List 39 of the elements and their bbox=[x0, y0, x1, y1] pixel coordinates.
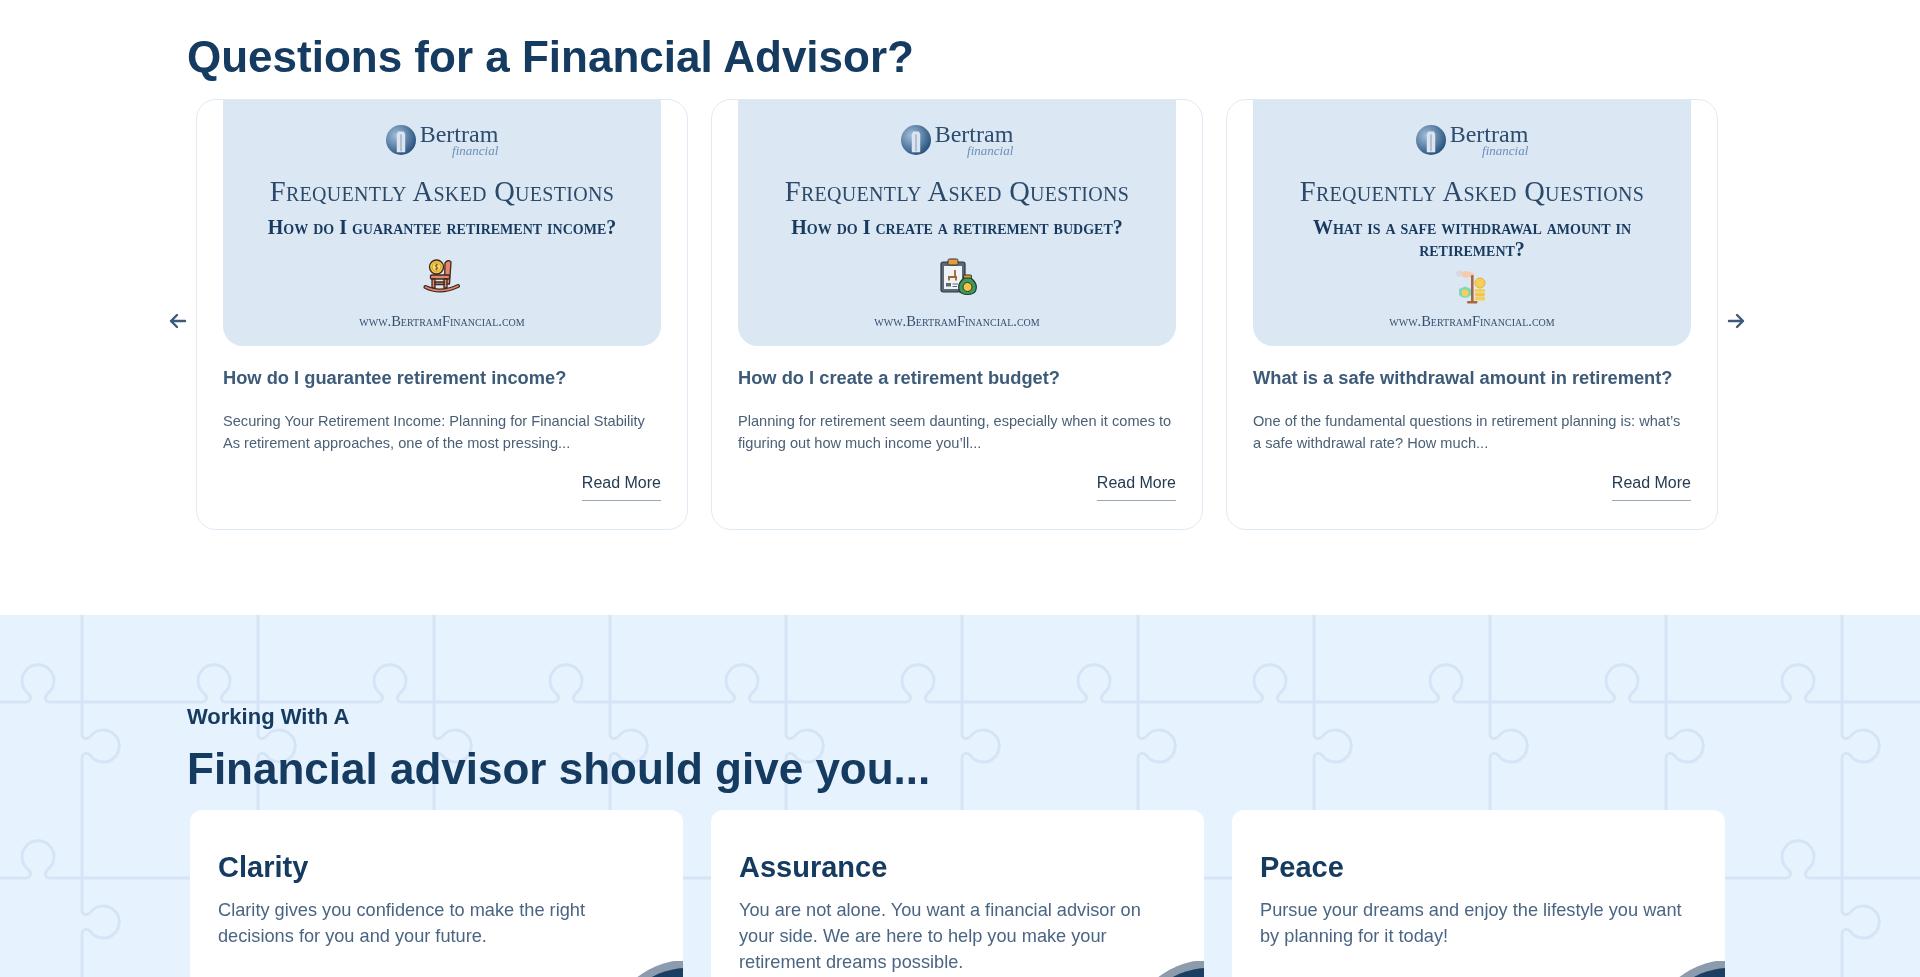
article-title-link[interactable]: How do I guarantee retirement income? bbox=[223, 367, 567, 389]
logo-tagline: financial bbox=[1482, 145, 1529, 157]
website-address: www.BertramFinancial.com bbox=[359, 313, 525, 329]
logo-wordmark: Bertram bbox=[419, 123, 499, 145]
banner-question: How do I create a retirement budget? bbox=[791, 216, 1123, 238]
website-address: www.BertramFinancial.com bbox=[874, 313, 1040, 329]
logo-tagline: financial bbox=[967, 145, 1014, 157]
article-excerpt: Securing Your Retirement Income: Planning for Financial Stability As retirement approaches, one of the most pressing... bbox=[223, 412, 646, 453]
arrow-right-icon[interactable] bbox=[1726, 311, 1746, 331]
pillar-logo-icon bbox=[385, 125, 416, 155]
benefit-text: Clarity gives you confidence to make the right decisions for you and your future. bbox=[218, 899, 586, 948]
logo-wordmark: Bertram bbox=[934, 123, 1014, 145]
article-excerpt: Planning for retirement seem daunting, especially when it comes to figuring out how much income you’ll... bbox=[738, 412, 1173, 453]
banner-heading: Frequently Asked Questions bbox=[269, 178, 615, 206]
read-more-link[interactable]: Read More bbox=[1611, 473, 1691, 501]
section-eyebrow: Working With A bbox=[187, 704, 350, 730]
logo-wordmark: Bertram bbox=[1449, 123, 1529, 145]
benefit-title: Clarity bbox=[218, 850, 310, 884]
clipboard-money-bag-icon bbox=[937, 255, 977, 296]
website-address: www.BertramFinancial.com bbox=[1389, 313, 1555, 329]
banner-heading: Frequently Asked Questions bbox=[784, 178, 1130, 206]
banner-heading: Frequently Asked Questions bbox=[1299, 178, 1645, 206]
pillar-logo-icon bbox=[1415, 125, 1446, 155]
benefit-title: Peace bbox=[1260, 850, 1345, 884]
read-more-link[interactable]: Read More bbox=[581, 473, 661, 501]
section-heading: Financial advisor should give you... bbox=[187, 743, 931, 795]
section-heading: Questions for a Financial Advisor? bbox=[187, 31, 915, 83]
article-title-link[interactable]: How do I create a retirement budget? bbox=[738, 367, 1060, 389]
arrow-left-icon[interactable] bbox=[168, 311, 188, 331]
read-more-link[interactable]: Read More bbox=[1096, 473, 1176, 501]
pillar-logo-icon bbox=[900, 125, 931, 155]
benefit-text: You are not alone. You want a financial advisor on your side. We are here to help you make your retirement dreams possible. bbox=[739, 899, 1142, 974]
banner-question: How do I guarantee retirement income? bbox=[267, 216, 617, 238]
benefit-title: Assurance bbox=[739, 850, 889, 884]
article-title-link[interactable]: What is a safe withdrawal amount in retirement? bbox=[1253, 367, 1673, 389]
benefit-text: Pursue your dreams and enjoy the lifestyle you want by planning for it today! bbox=[1260, 899, 1683, 948]
article-excerpt: One of the fundamental questions in retirement planning is: what’s a safe withdrawal rate? How much... bbox=[1253, 412, 1682, 453]
logo-tagline: financial bbox=[452, 145, 499, 157]
banner-question: What is a safe withdrawal amount in retirement? bbox=[1311, 216, 1633, 260]
